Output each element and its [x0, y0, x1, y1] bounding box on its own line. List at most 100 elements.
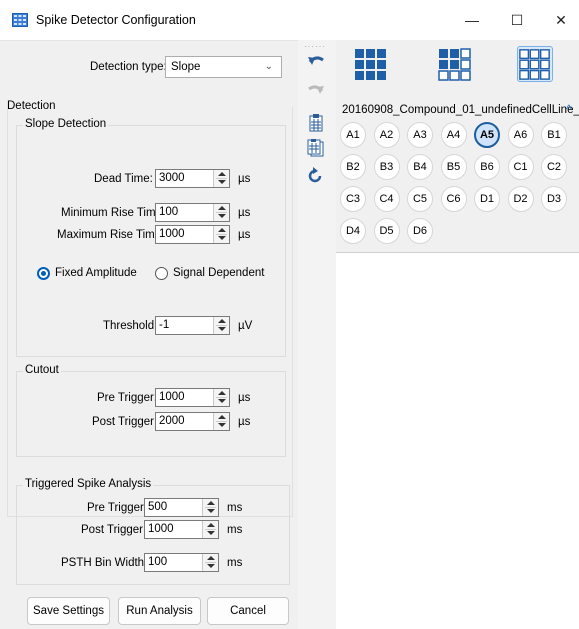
cutout-pre-trigger-stepper[interactable] — [213, 389, 229, 406]
detection-type-value: Slope — [171, 61, 201, 73]
psth-bin-width-input[interactable]: 100 — [144, 553, 219, 572]
well-a5[interactable]: A5 — [474, 122, 500, 148]
minimize-button[interactable]: — — [457, 8, 487, 32]
well-c1[interactable]: C1 — [507, 154, 534, 180]
redo-icon[interactable] — [306, 83, 326, 103]
cutout-post-trigger-unit: µs — [238, 416, 251, 428]
triggered-post-trigger-label: Post Trigger: — [81, 524, 147, 536]
cutout-pre-trigger-label: Pre Trigger: — [97, 392, 158, 404]
dead-time-unit: µs — [238, 173, 251, 185]
app-grid-icon — [12, 13, 28, 27]
max-rise-label: Maximum Rise Time: — [57, 229, 165, 241]
threshold-value: -1 — [159, 319, 170, 331]
well-c6[interactable]: C6 — [440, 186, 467, 212]
fixed-amplitude-label[interactable]: Fixed Amplitude — [55, 267, 137, 279]
triggered-analysis-title: Triggered Spike Analysis — [23, 478, 154, 490]
cancel-button[interactable]: Cancel — [207, 597, 289, 625]
psth-bin-width-label: PSTH Bin Width: — [61, 557, 148, 569]
well-selection-panel: 20160908_Compound_01_undefinedCellLine_0… — [336, 40, 579, 253]
detection-type-label: Detection type: — [90, 61, 167, 73]
psth-bin-width-value: 100 — [148, 556, 168, 568]
well-c2[interactable]: C2 — [541, 154, 567, 180]
close-button[interactable]: ✕ — [546, 8, 576, 32]
well-b4[interactable]: B4 — [407, 154, 433, 180]
well-b6[interactable]: B6 — [474, 154, 500, 180]
well-b2[interactable]: B2 — [340, 154, 366, 180]
save-settings-button[interactable]: Save Settings — [27, 597, 110, 625]
well-b1[interactable]: B1 — [541, 122, 567, 148]
triggered-pre-trigger-stepper[interactable] — [202, 499, 218, 516]
chevron-down-icon: ⌄ — [264, 61, 273, 72]
max-rise-input[interactable]: 1000 — [155, 225, 230, 244]
min-rise-unit: µs — [238, 207, 251, 219]
dead-time-stepper[interactable] — [213, 170, 229, 187]
well-a1[interactable]: A1 — [340, 122, 366, 148]
well-a6[interactable]: A6 — [507, 122, 534, 148]
well-c3[interactable]: C3 — [340, 186, 366, 212]
cutout-post-trigger-value: 2000 — [159, 415, 185, 427]
fixed-amplitude-radio[interactable] — [37, 267, 50, 280]
drag-grip-icon[interactable]: ······ — [304, 42, 326, 51]
slope-detection-title: Slope Detection — [23, 118, 109, 130]
signal-dependent-radio[interactable] — [155, 267, 168, 280]
dead-time-label: Dead Time: — [94, 173, 153, 185]
dead-time-value: 3000 — [159, 172, 185, 184]
well-b5[interactable]: B5 — [440, 154, 467, 180]
cutout-title: Cutout — [23, 364, 61, 376]
well-a3[interactable]: A3 — [407, 122, 433, 148]
triggered-pre-trigger-input[interactable]: 500 — [144, 498, 219, 517]
well-d2[interactable]: D2 — [507, 186, 534, 212]
cutout-post-trigger-input[interactable]: 2000 — [155, 412, 230, 431]
well-d4[interactable]: D4 — [340, 218, 366, 244]
psth-bin-width-unit: ms — [227, 557, 243, 569]
min-rise-label: Minimum Rise Time: — [61, 207, 166, 219]
collapse-chevron-icon[interactable]: ^ — [566, 102, 572, 116]
settings-panel: Detection type: Slope ⌄ Detection Slope … — [0, 40, 298, 629]
cutout-pre-trigger-input[interactable]: 1000 — [155, 388, 230, 407]
paste-table-icon[interactable] — [306, 114, 326, 134]
max-rise-stepper[interactable] — [213, 226, 229, 243]
dead-time-input[interactable]: 3000 — [155, 169, 230, 188]
triggered-post-trigger-value: 1000 — [148, 523, 174, 535]
window-title: Spike Detector Configuration — [36, 13, 196, 27]
well-d5[interactable]: D5 — [373, 218, 400, 244]
triggered-post-trigger-input[interactable]: 1000 — [144, 520, 219, 539]
well-a2[interactable]: A2 — [373, 122, 400, 148]
well-d1[interactable]: D1 — [474, 186, 500, 212]
threshold-input[interactable]: -1 — [155, 316, 230, 335]
min-rise-value: 100 — [159, 206, 179, 218]
layout-single-icon[interactable] — [353, 46, 389, 82]
well-c5[interactable]: C5 — [407, 186, 433, 212]
maximize-button[interactable]: ☐ — [502, 8, 532, 32]
cutout-group: Cutout — [16, 364, 286, 457]
well-a4[interactable]: A4 — [440, 122, 467, 148]
well-d6[interactable]: D6 — [407, 218, 433, 244]
layout-outline-icon[interactable] — [517, 46, 553, 82]
min-rise-stepper[interactable] — [213, 204, 229, 221]
psth-bin-width-stepper[interactable] — [202, 554, 218, 571]
run-analysis-button[interactable]: Run Analysis — [118, 597, 201, 625]
signal-dependent-label[interactable]: Signal Dependent — [173, 267, 264, 279]
triggered-pre-trigger-unit: ms — [227, 502, 243, 514]
cutout-post-trigger-label: Post Trigger: — [92, 416, 158, 428]
undo-icon[interactable] — [306, 54, 326, 74]
paste-all-icon[interactable] — [306, 139, 326, 159]
triggered-post-trigger-stepper[interactable] — [202, 521, 218, 538]
layout-partial-icon[interactable] — [437, 46, 473, 82]
cutout-post-trigger-stepper[interactable] — [213, 413, 229, 430]
detection-type-select[interactable]: Slope ⌄ — [165, 56, 282, 78]
reset-icon[interactable] — [306, 167, 326, 187]
well-d3[interactable]: D3 — [541, 186, 567, 212]
threshold-label: Threshold: — [103, 320, 158, 332]
max-rise-value: 1000 — [159, 228, 185, 240]
well-b3[interactable]: B3 — [373, 154, 400, 180]
min-rise-input[interactable]: 100 — [155, 203, 230, 222]
triggered-pre-trigger-label: Pre Trigger: — [87, 502, 148, 514]
well-c4[interactable]: C4 — [373, 186, 400, 212]
max-rise-unit: µs — [238, 229, 251, 241]
threshold-stepper[interactable] — [213, 317, 229, 334]
threshold-unit: µV — [238, 320, 253, 332]
title-bar: Spike Detector Configuration — ☐ ✕ — [0, 0, 579, 40]
cutout-pre-trigger-value: 1000 — [159, 391, 185, 403]
triggered-pre-trigger-value: 500 — [148, 501, 168, 513]
